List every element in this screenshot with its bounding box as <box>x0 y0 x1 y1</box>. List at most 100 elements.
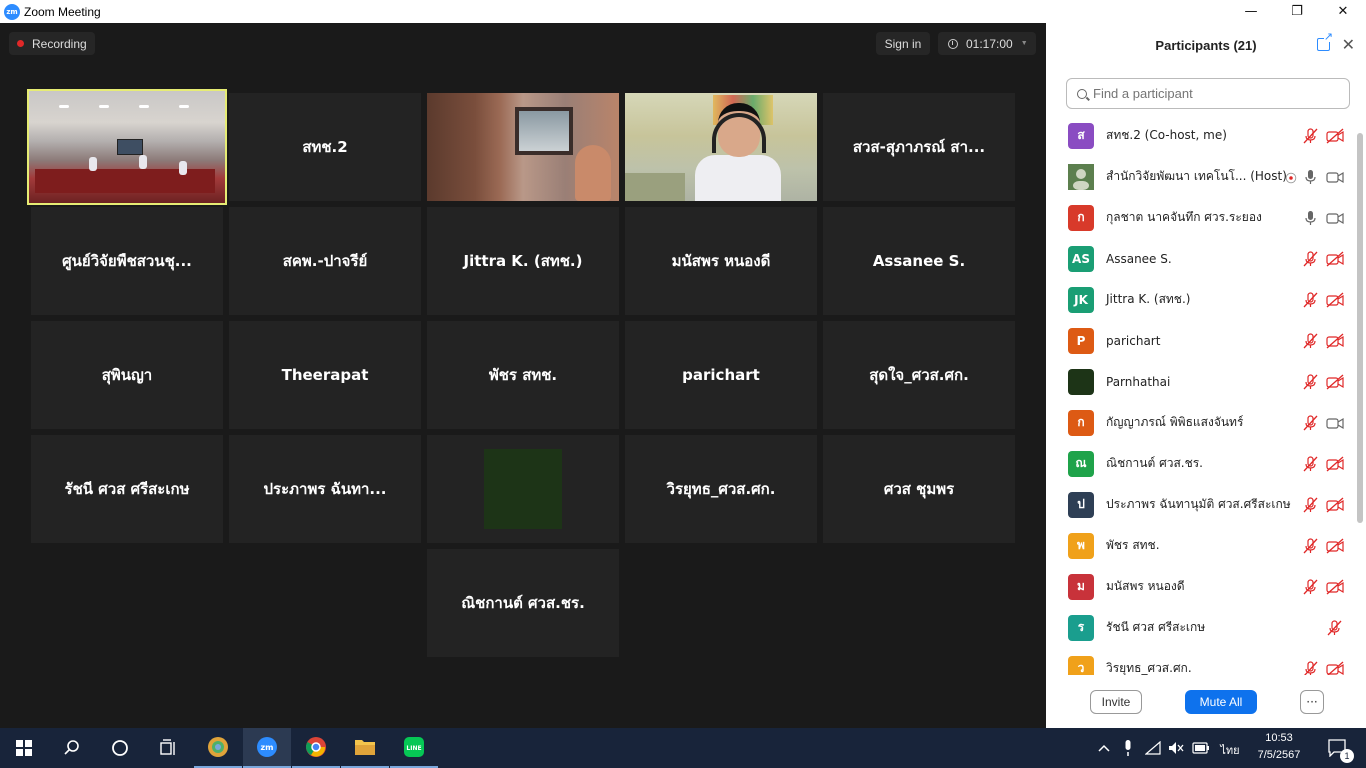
tile-name: ศวส ชุมพร <box>883 480 955 498</box>
participant-row[interactable]: JK Jittra K. (สทช.) <box>1046 279 1356 320</box>
participant-row[interactable]: ส สทช.2 (Co-host, me) <box>1046 115 1356 156</box>
notification-center[interactable]: 1 <box>1318 728 1358 768</box>
video-tile[interactable]: สคพ.-ปาจรีย์ <box>229 207 421 315</box>
video-camera-icon[interactable] <box>1326 169 1344 185</box>
video-off-icon[interactable] <box>1326 661 1344 675</box>
taskbar-app-photos[interactable] <box>194 728 242 768</box>
participant-row[interactable]: ว วิรยุทธ_ศวส.ศก. <box>1046 648 1356 675</box>
participant-row[interactable]: สำนักวิจัยพัฒนา เทคโนโ... (Host) <box>1046 156 1356 197</box>
mic-muted-icon[interactable] <box>1302 373 1318 390</box>
video-camera-icon[interactable] <box>1326 210 1344 226</box>
maximize-button[interactable]: ❐ <box>1274 0 1320 23</box>
meeting-timer[interactable]: 01:17:00 ▼ <box>938 32 1036 55</box>
video-off-icon[interactable] <box>1326 456 1344 472</box>
minimize-button[interactable]: — <box>1228 0 1274 23</box>
video-tile[interactable]: Assanee S. <box>823 207 1015 315</box>
video-off-icon[interactable] <box>1326 251 1344 267</box>
taskbar-clock[interactable]: 10:53 <box>1252 732 1306 744</box>
taskbar-date[interactable]: 7/5/2567 <box>1252 749 1306 761</box>
taskbar-app-chrome[interactable] <box>292 728 340 768</box>
video-tile[interactable]: Jittra K. (สทช.) <box>427 207 619 315</box>
video-off-icon[interactable] <box>1326 497 1344 513</box>
participant-row[interactable]: ณ ณิชกานต์ ศวส.ชร. <box>1046 443 1356 484</box>
video-off-icon[interactable] <box>1326 128 1344 144</box>
participant-row[interactable]: Pparichart <box>1046 320 1356 361</box>
notification-badge: 1 <box>1340 749 1354 763</box>
more-options-button[interactable]: ··· <box>1300 690 1324 714</box>
video-off-icon[interactable] <box>1326 374 1344 390</box>
participant-row[interactable]: ม มนัสพร หนองดี <box>1046 566 1356 607</box>
avatar <box>1068 163 1094 190</box>
mic-muted-icon[interactable] <box>1302 332 1318 349</box>
search-icon <box>64 740 79 755</box>
search-input[interactable] <box>1093 86 1333 101</box>
video-tile[interactable] <box>27 89 227 205</box>
video-tile[interactable]: วิรยุทธ_ศวส.ศก. <box>625 435 817 543</box>
cortana-button[interactable] <box>96 728 144 768</box>
participant-row[interactable]: ก กุลชาต นาคจันทึก ศวร.ระยอง <box>1046 197 1356 238</box>
tray-overflow-chevron[interactable] <box>1094 728 1114 768</box>
video-tile[interactable]: สุพินญา <box>31 321 223 429</box>
participant-row[interactable]: ป ประภาพร ฉันทานุมัติ ศวส.ศรีสะเกษ <box>1046 484 1356 525</box>
video-tile[interactable]: ประภาพร ฉันทา... <box>229 435 421 543</box>
video-tile[interactable]: ศวส ชุมพร <box>823 435 1015 543</box>
taskbar-app-line[interactable]: LINE <box>390 728 438 768</box>
mic-muted-icon[interactable] <box>1302 496 1318 513</box>
tray-battery[interactable] <box>1190 728 1212 768</box>
tray-microphone[interactable] <box>1118 728 1138 768</box>
tray-volume[interactable] <box>1166 728 1186 768</box>
invite-button[interactable]: Invite <box>1090 690 1142 714</box>
start-button[interactable] <box>0 728 48 768</box>
microphone-icon[interactable] <box>1302 169 1318 185</box>
participant-row[interactable]: Parnhathai <box>1046 361 1356 402</box>
tray-network[interactable] <box>1142 728 1164 768</box>
mic-muted-icon[interactable] <box>1326 619 1342 636</box>
participant-row[interactable]: ก กัญญาภรณ์ พิพิธแสงจันทร์ <box>1046 402 1356 443</box>
video-off-icon[interactable] <box>1326 538 1344 554</box>
list-scrollbar[interactable] <box>1357 133 1363 523</box>
battery-icon <box>1192 742 1209 754</box>
mic-muted-icon[interactable] <box>1302 578 1318 595</box>
recording-indicator[interactable]: Recording <box>9 32 95 55</box>
video-tile[interactable]: พัชร สทช. <box>427 321 619 429</box>
participant-row[interactable]: AS Assanee S. <box>1046 238 1356 279</box>
mute-all-button[interactable]: Mute All <box>1185 690 1257 714</box>
video-off-icon[interactable] <box>1326 333 1344 349</box>
video-tile[interactable]: ศูนย์วิจัยพืชสวนชุ... <box>31 207 223 315</box>
video-off-icon[interactable] <box>1326 292 1344 308</box>
video-tile[interactable]: สวส-สุภาภรณ์ สา... <box>823 93 1015 201</box>
video-tile[interactable]: รัชนี ศวส ศรีสะเกษ <box>31 435 223 543</box>
mic-muted-icon[interactable] <box>1302 537 1318 554</box>
search-button[interactable] <box>48 728 96 768</box>
video-tile[interactable]: มนัสพร หนองดี <box>625 207 817 315</box>
video-tile[interactable]: parichart <box>625 321 817 429</box>
mic-muted-icon[interactable] <box>1302 250 1318 267</box>
mic-muted-icon[interactable] <box>1302 455 1318 472</box>
participant-search[interactable] <box>1066 78 1350 109</box>
popout-icon[interactable] <box>1317 31 1333 51</box>
task-view-button[interactable] <box>144 728 192 768</box>
video-tile[interactable]: ณิชกานต์ ศวส.ชร. <box>427 549 619 657</box>
tile-name: ณิชกานต์ ศวส.ชร. <box>461 594 585 612</box>
sign-in-button[interactable]: Sign in <box>876 32 930 55</box>
mic-muted-icon[interactable] <box>1302 127 1318 144</box>
mic-muted-icon[interactable] <box>1302 414 1318 431</box>
video-tile[interactable] <box>427 435 619 543</box>
video-tile[interactable]: Theerapat <box>229 321 421 429</box>
language-indicator[interactable]: ไทย <box>1218 741 1242 759</box>
close-window-button[interactable]: ✕ <box>1320 0 1366 23</box>
video-camera-icon[interactable] <box>1326 415 1344 431</box>
taskbar-app-zoom[interactable]: zm <box>243 728 291 768</box>
mic-muted-icon[interactable] <box>1302 291 1318 308</box>
video-tile[interactable] <box>427 93 619 201</box>
microphone-icon[interactable] <box>1302 210 1318 226</box>
close-icon[interactable]: ✕ <box>1342 35 1355 54</box>
video-off-icon[interactable] <box>1326 579 1344 595</box>
participant-row[interactable]: ร รัชนี ศวส ศรีสะเกษ <box>1046 607 1356 648</box>
mic-muted-icon[interactable] <box>1302 660 1318 675</box>
video-tile[interactable]: สุดใจ_ศวส.ศก. <box>823 321 1015 429</box>
video-tile[interactable]: สทช.2 <box>229 93 421 201</box>
participant-row[interactable]: พ พัชร สทช. <box>1046 525 1356 566</box>
video-tile[interactable] <box>625 93 817 201</box>
taskbar-app-file-explorer[interactable] <box>341 728 389 768</box>
